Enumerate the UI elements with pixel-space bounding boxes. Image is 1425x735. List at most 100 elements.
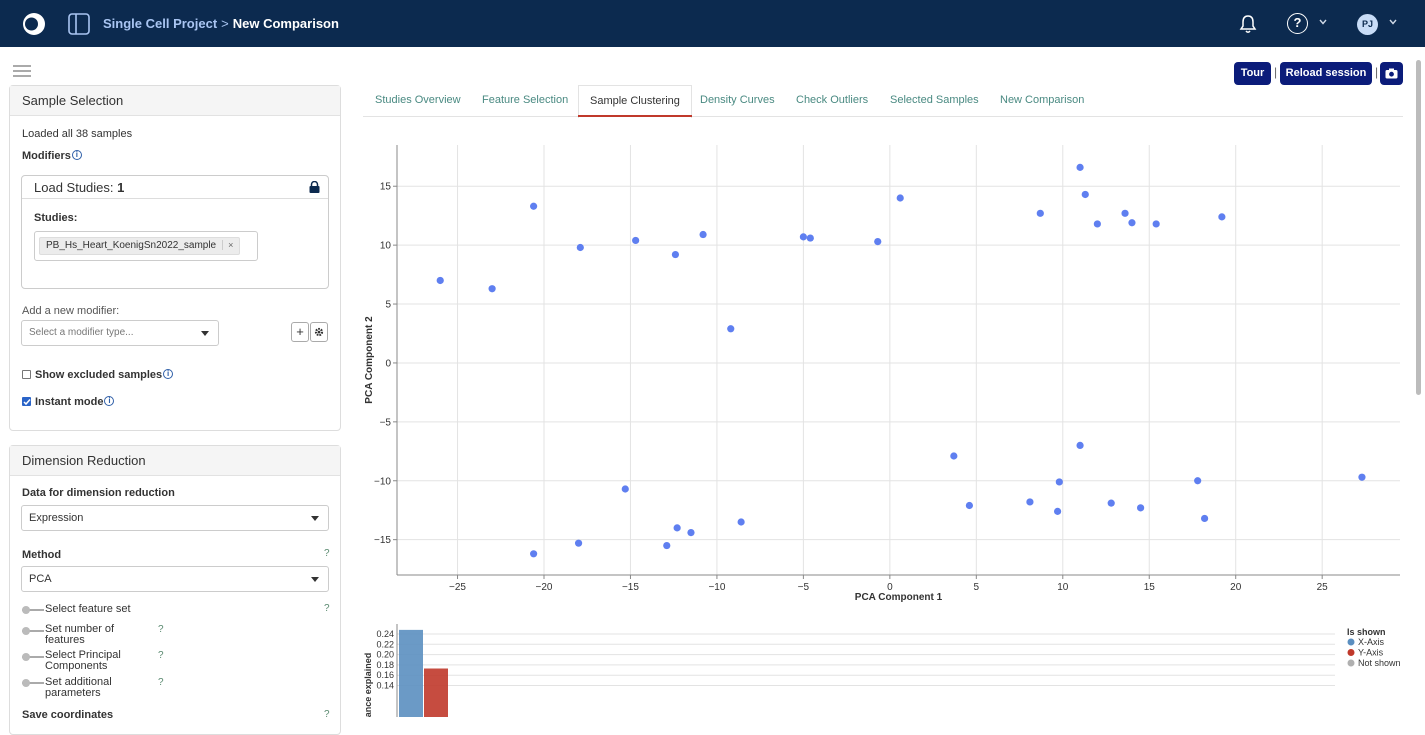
option-label: Set number of features — [45, 624, 114, 646]
scatter-point — [1152, 220, 1160, 228]
y-axis-title: PCA Component 2 — [364, 316, 375, 404]
tab-new-comparison[interactable]: New Comparison — [1000, 85, 1084, 117]
x-tick-label: 25 — [1317, 582, 1329, 593]
data-for-dr-value: Expression — [29, 512, 84, 524]
x-axis-title: PCA Component 1 — [855, 592, 943, 603]
instant-mode-info-icon[interactable]: i — [104, 396, 115, 406]
variance-explained-chart: 0.240.220.200.180.160.14ance explained Is… — [363, 624, 1401, 717]
instant-mode-checkbox[interactable] — [22, 397, 31, 406]
scatter-point — [1076, 441, 1084, 450]
x-tick-label: −5 — [798, 582, 810, 593]
studies-label: Studies: — [34, 212, 78, 224]
tab-density-curves[interactable]: Density Curves — [700, 85, 775, 117]
user-avatar[interactable]: PJ — [1357, 14, 1378, 35]
bar-y-axis-title: ance explained — [363, 653, 373, 717]
show-excluded-info-icon[interactable]: i — [163, 369, 174, 379]
legend-swatch — [1347, 649, 1355, 656]
help-chevron-down-icon[interactable] — [1318, 17, 1328, 27]
scatter-point — [632, 236, 640, 245]
principal-components-toggle[interactable] — [22, 653, 44, 661]
loaded-samples-text: Loaded all 38 samples — [22, 128, 133, 140]
modifier-type-select[interactable]: Select a modifier type... — [21, 320, 219, 346]
modifier-settings-button[interactable] — [310, 322, 328, 342]
breadcrumb: Single Cell Project > New Comparison — [103, 16, 339, 31]
x-tick-label: −20 — [536, 582, 553, 593]
tab-sample-clustering[interactable]: Sample Clustering — [578, 85, 692, 118]
bar-y-tick-label: 0.18 — [376, 660, 394, 670]
menu-hamburger-icon[interactable] — [13, 65, 31, 77]
scatter-point — [874, 238, 882, 246]
help-button[interactable]: ? — [1287, 13, 1308, 34]
y-tick-label: −15 — [374, 535, 391, 546]
additional-params-toggle[interactable] — [22, 679, 44, 687]
scatter-point — [530, 550, 538, 558]
lock-icon[interactable] — [309, 181, 320, 193]
sidebar-toggle-icon[interactable] — [68, 13, 90, 35]
modifiers-info-icon[interactable]: i — [71, 150, 82, 160]
variance-bar — [399, 629, 423, 717]
scatter-point — [1093, 220, 1101, 228]
option-label: Set additional parameters — [45, 677, 112, 699]
load-studies-label: Load Studies: — [34, 180, 114, 195]
scatter-point — [1194, 477, 1202, 485]
page-scrollbar[interactable] — [1416, 60, 1421, 395]
study-chip-label: PB_Hs_Heart_KoenigSn2022_sample — [46, 240, 217, 251]
scatter-point — [965, 501, 974, 510]
method-label: Method — [22, 549, 62, 561]
scatter-point — [673, 524, 681, 532]
scatter-point — [1076, 163, 1084, 171]
add-modifier-button[interactable]: + — [291, 322, 309, 342]
load-studies-header[interactable]: Load Studies: 1 — [22, 176, 328, 199]
notifications-bell-icon[interactable] — [1239, 14, 1257, 34]
save-coordinates-help-icon[interactable]: ? — [324, 709, 330, 720]
gear-icon — [314, 327, 324, 337]
breadcrumb-project-link[interactable]: Single Cell Project — [103, 16, 217, 31]
scatter-point — [1026, 498, 1034, 506]
legend-label: X-Axis — [1358, 637, 1385, 647]
x-tick-label: −10 — [708, 582, 725, 593]
save-coordinates-label: Save coordinates — [22, 709, 114, 721]
y-tick-label: 0 — [385, 358, 391, 369]
option-label: Select feature set — [45, 603, 131, 615]
study-chip-remove-icon[interactable]: × — [222, 240, 234, 250]
instant-mode-label: Instant mode i — [35, 396, 115, 408]
additional-params-help-icon[interactable]: ? — [158, 677, 164, 688]
scatter-point — [488, 285, 496, 293]
method-select[interactable]: PCA — [21, 566, 329, 592]
pca-scatter-plot: −25 −20 −15 −10 −5 0 5 10 15 20 25151050−5−10−15PC… — [364, 145, 1400, 603]
tab-studies-overview[interactable]: Studies Overview — [375, 85, 461, 117]
x-tick-label: 15 — [1144, 582, 1156, 593]
show-excluded-checkbox[interactable] — [22, 370, 31, 379]
y-tick-label: 15 — [380, 182, 392, 193]
bar-y-tick-label: 0.24 — [376, 629, 394, 639]
bar-y-tick-label: 0.14 — [376, 681, 394, 691]
reload-session-button[interactable]: Reload session — [1280, 62, 1372, 85]
y-tick-label: 5 — [385, 300, 391, 311]
modifiers-label: Modifiers i — [22, 150, 82, 162]
num-features-toggle[interactable] — [22, 627, 44, 635]
tab-check-outliers[interactable]: Check Outliers — [796, 85, 868, 117]
legend-label: Y-Axis — [1358, 648, 1384, 658]
app-logo-icon[interactable] — [22, 12, 46, 36]
method-help-icon[interactable]: ? — [324, 548, 330, 559]
tab-feature-selection[interactable]: Feature Selection — [482, 85, 568, 117]
screenshot-button[interactable] — [1380, 62, 1403, 85]
show-excluded-label: Show excluded samples i — [35, 369, 174, 381]
principal-components-help-icon[interactable]: ? — [158, 650, 164, 661]
tab-selected-samples[interactable]: Selected Samples — [890, 85, 979, 117]
data-for-dr-select[interactable]: Expression — [21, 505, 329, 531]
num-features-help-icon[interactable]: ? — [158, 624, 164, 635]
load-studies-count: 1 — [117, 180, 125, 195]
studies-multiselect[interactable]: PB_Hs_Heart_KoenigSn2022_sample × — [34, 231, 258, 261]
x-tick-label: −15 — [622, 582, 639, 593]
feature-set-help-icon[interactable]: ? — [324, 603, 330, 614]
scatter-point — [896, 194, 904, 202]
load-studies-card: Load Studies: 1 Studies: PB_Hs_Heart_Koe… — [21, 175, 329, 289]
top-bar: Single Cell Project > New Comparison ? PJ — [0, 0, 1425, 47]
y-tick-label: 10 — [380, 241, 392, 252]
user-chevron-down-icon[interactable] — [1388, 17, 1398, 27]
dropdown-arrow-icon — [311, 516, 319, 521]
feature-set-toggle[interactable] — [22, 606, 44, 614]
tour-button[interactable]: Tour — [1234, 62, 1271, 85]
show-excluded-text: Show excluded samples — [35, 369, 163, 381]
